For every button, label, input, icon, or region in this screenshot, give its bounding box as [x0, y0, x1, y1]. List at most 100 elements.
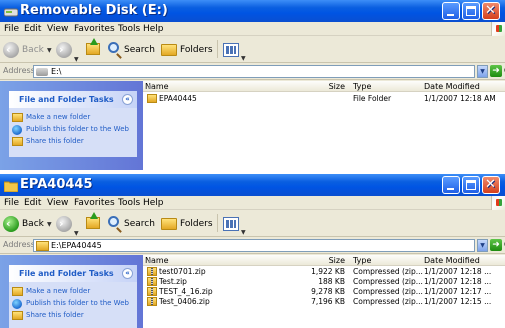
go-icon: ➜: [490, 65, 502, 77]
file-type: Compressed (zip...: [353, 287, 423, 296]
task-make-new-folder[interactable]: Make a new folder: [9, 113, 137, 122]
column-date-modified[interactable]: Date Modified: [424, 255, 480, 266]
task-label: Publish this folder to the Web: [26, 125, 129, 133]
back-dropdown-icon[interactable]: ▼: [47, 47, 52, 54]
address-bar: Address E:\EPA40445 ▼ ➜ Go: [0, 238, 505, 254]
maximize-icon: [466, 6, 476, 16]
search-label: Search: [124, 219, 155, 229]
toolbar-separator: [217, 214, 218, 232]
back-dropdown-icon[interactable]: ▼: [47, 221, 52, 228]
close-icon: ✕: [485, 3, 496, 18]
menu-help[interactable]: Help: [143, 197, 164, 209]
back-label: Back: [22, 219, 44, 229]
file-folder-tasks-panel: File and Folder Tasks « Make a new folde…: [9, 91, 137, 157]
file-row[interactable]: test0701.zip 1,922 KB Compressed (zip...…: [143, 267, 505, 276]
back-label: Back: [22, 45, 44, 55]
file-size: 188 KB: [318, 277, 345, 286]
views-button[interactable]: ▼: [223, 214, 251, 236]
task-make-new-folder[interactable]: Make a new folder: [9, 287, 137, 296]
views-button[interactable]: ▼: [223, 40, 251, 62]
back-icon: ‹: [3, 42, 19, 58]
up-folder-button[interactable]: [86, 212, 102, 234]
up-folder-icon: [86, 212, 100, 229]
back-button[interactable]: ‹ Back: [3, 40, 45, 60]
task-label: Share this folder: [26, 311, 84, 319]
address-value: E:\: [51, 67, 62, 76]
back-icon: ‹: [3, 216, 19, 232]
menu-view[interactable]: View: [47, 23, 68, 35]
menu-tools[interactable]: Tools: [118, 197, 140, 209]
maximize-button[interactable]: [462, 2, 480, 20]
file-row[interactable]: Test.zip 188 KB Compressed (zip... 1/1/2…: [143, 277, 505, 286]
address-dropdown-button[interactable]: ▼: [477, 239, 488, 252]
tasks-header[interactable]: File and Folder Tasks «: [9, 265, 137, 282]
task-share-folder[interactable]: Share this folder: [9, 311, 137, 320]
collapse-chevron-icon[interactable]: «: [122, 94, 133, 105]
toolbar: ‹ Back ▼ › ▼ Search Folders ▼: [0, 211, 505, 237]
up-folder-icon: [86, 38, 100, 55]
column-header: Name ▲ Size Type Date Modified: [143, 255, 505, 266]
folders-button[interactable]: Folders: [161, 214, 215, 234]
menu-favorites[interactable]: Favorites: [74, 197, 115, 209]
file-date: 1/1/2007 12:18 AM: [424, 94, 496, 103]
file-row[interactable]: TEST_4_16.zip 9,278 KB Compressed (zip..…: [143, 287, 505, 296]
content-area: File and Folder Tasks « Make a new folde…: [0, 81, 505, 170]
search-button[interactable]: Search: [108, 214, 158, 234]
up-folder-button[interactable]: [86, 38, 102, 60]
minimize-button[interactable]: [442, 2, 460, 20]
task-publish-to-web[interactable]: Publish this folder to the Web: [9, 299, 137, 309]
column-size[interactable]: Size: [303, 255, 345, 266]
file-row[interactable]: Test_0406.zip 7,196 KB Compressed (zip..…: [143, 297, 505, 306]
task-share-folder[interactable]: Share this folder: [9, 137, 137, 146]
drive-icon: [36, 68, 48, 76]
address-dropdown-button[interactable]: ▼: [477, 65, 488, 78]
collapse-chevron-icon[interactable]: «: [122, 268, 133, 279]
column-type[interactable]: Type: [353, 81, 371, 92]
tasks-header-label: File and Folder Tasks: [19, 95, 114, 104]
file-date: 1/1/2007 12:17 ...: [424, 287, 492, 296]
close-button[interactable]: ✕: [482, 2, 500, 20]
file-name: TEST_4_16.zip: [159, 287, 213, 296]
minimize-icon: [447, 188, 454, 190]
task-publish-to-web[interactable]: Publish this folder to the Web: [9, 125, 137, 135]
publish-web-icon: [12, 125, 22, 135]
file-row[interactable]: EPA40445 File Folder 1/1/2007 12:18 AM: [143, 94, 505, 103]
share-folder-icon: [12, 137, 23, 146]
menu-bar: File Edit View Favorites Tools Help: [0, 22, 505, 36]
folder-icon: [3, 178, 19, 193]
file-size: 9,278 KB: [311, 287, 345, 296]
folder-icon: [36, 241, 49, 251]
address-input[interactable]: E:\EPA40445: [33, 239, 475, 252]
toolbar: ‹ Back ▼ › ▼ Search Folders ▼: [0, 37, 505, 63]
title-bar[interactable]: Removable Disk (E:) ✕: [0, 0, 505, 22]
column-size[interactable]: Size: [303, 81, 345, 92]
minimize-button[interactable]: [442, 176, 460, 194]
forward-icon: ›: [56, 216, 72, 232]
column-type[interactable]: Type: [353, 255, 371, 266]
title-bar[interactable]: EPA40445 ✕: [0, 174, 505, 196]
address-input[interactable]: E:\: [33, 65, 475, 78]
menu-view[interactable]: View: [47, 197, 68, 209]
menu-tools[interactable]: Tools: [118, 23, 140, 35]
folders-button[interactable]: Folders: [161, 40, 215, 60]
menu-file[interactable]: File: [4, 23, 19, 35]
task-label: Publish this folder to the Web: [26, 299, 129, 307]
menu-edit[interactable]: Edit: [24, 197, 41, 209]
menu-favorites[interactable]: Favorites: [74, 23, 115, 35]
forward-button[interactable]: › ▼: [56, 40, 82, 63]
folders-label: Folders: [180, 219, 213, 229]
file-folder-tasks-panel: File and Folder Tasks « Make a new folde…: [9, 265, 137, 328]
search-button[interactable]: Search: [108, 40, 158, 60]
maximize-button[interactable]: [462, 176, 480, 194]
menu-help[interactable]: Help: [143, 23, 164, 35]
menu-file[interactable]: File: [4, 197, 19, 209]
forward-button[interactable]: › ▼: [56, 214, 82, 237]
close-button[interactable]: ✕: [482, 176, 500, 194]
maximize-icon: [466, 180, 476, 190]
menu-edit[interactable]: Edit: [24, 23, 41, 35]
back-button[interactable]: ‹ Back: [3, 214, 45, 234]
window-title: Removable Disk (E:): [20, 3, 168, 18]
column-date-modified[interactable]: Date Modified: [424, 81, 480, 92]
zip-file-icon: [147, 297, 157, 306]
tasks-header[interactable]: File and Folder Tasks «: [9, 91, 137, 108]
